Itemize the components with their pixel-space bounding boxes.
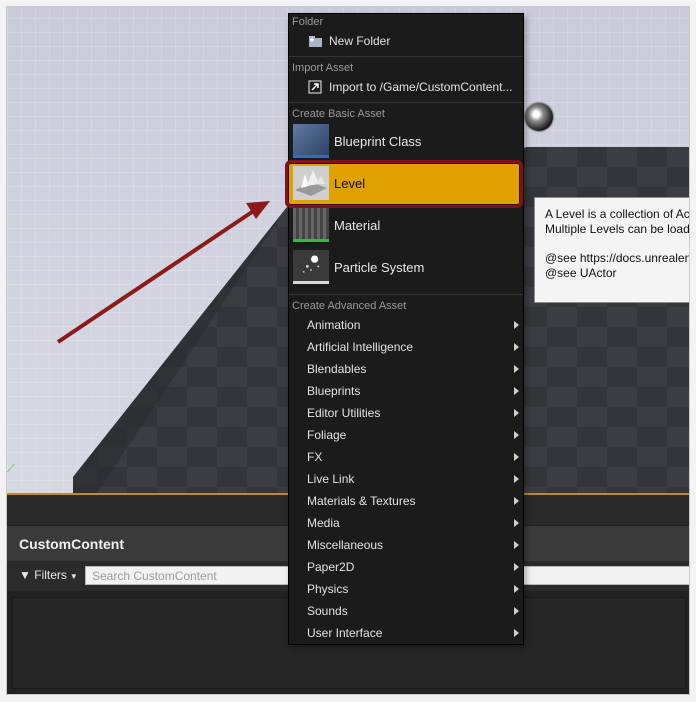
particle-system-item[interactable]: Particle System	[289, 248, 523, 288]
chevron-right-icon	[514, 519, 519, 527]
filters-label: Filters	[34, 568, 67, 582]
sky-sphere-icon[interactable]	[525, 103, 553, 131]
blueprint-class-icon	[293, 124, 329, 158]
chevron-right-icon	[514, 629, 519, 637]
submenu-item-label: Media	[307, 516, 340, 530]
submenu-item[interactable]: FX	[289, 446, 523, 468]
submenu-item[interactable]: User Interface	[289, 622, 523, 644]
submenu-item-label: Blendables	[307, 362, 367, 376]
chevron-right-icon	[514, 475, 519, 483]
submenu-item-label: Live Link	[307, 472, 355, 486]
level-tooltip: A Level is a collection of Act Multiple …	[534, 197, 690, 303]
submenu-item-label: Foliage	[307, 428, 347, 442]
add-new-context-menu: Folder New Folder Import Asset Import to…	[285, 13, 524, 645]
submenu-item[interactable]: Artificial Intelligence	[289, 336, 523, 358]
submenu-item[interactable]: Animation	[289, 314, 523, 336]
submenu-item-label: Editor Utilities	[307, 406, 381, 420]
level-icon	[293, 166, 329, 200]
submenu-item-label: Paper2D	[307, 560, 355, 574]
chevron-right-icon	[514, 321, 519, 329]
level-label: Level	[334, 176, 366, 191]
particle-system-icon	[293, 250, 329, 284]
submenu-item-label: Materials & Textures	[307, 494, 416, 508]
chevron-right-icon	[514, 541, 519, 549]
blueprint-class-item[interactable]: Blueprint Class	[289, 122, 523, 162]
chevron-right-icon	[514, 409, 519, 417]
new-folder-item[interactable]: New Folder	[289, 30, 523, 52]
chevron-right-icon	[514, 585, 519, 593]
tooltip-line: Multiple Levels can be loade	[545, 222, 690, 236]
new-folder-label: New Folder	[329, 34, 391, 48]
submenu-item[interactable]: Paper2D	[289, 556, 523, 578]
submenu-item[interactable]: Blueprints	[289, 380, 523, 402]
tooltip-line: @see UActor	[545, 266, 617, 280]
submenu-item[interactable]: Miscellaneous	[289, 534, 523, 556]
submenu-item-label: Miscellaneous	[307, 538, 384, 552]
filter-icon: ▼	[19, 568, 31, 582]
chevron-right-icon	[514, 343, 519, 351]
tooltip-line: @see https://docs.unrealeng	[545, 251, 690, 265]
submenu-item-label: FX	[307, 450, 323, 464]
submenu-item-label: Artificial Intelligence	[307, 340, 414, 354]
submenu-item[interactable]: Editor Utilities	[289, 402, 523, 424]
chevron-right-icon	[514, 453, 519, 461]
submenu-item-label: Sounds	[307, 604, 348, 618]
submenu-item[interactable]: Foliage	[289, 424, 523, 446]
chevron-right-icon	[514, 387, 519, 395]
submenu-item[interactable]: Live Link	[289, 468, 523, 490]
filters-button[interactable]: ▼ Filters ▼	[19, 568, 78, 582]
chevron-right-icon	[514, 365, 519, 373]
submenu-item[interactable]: Physics	[289, 578, 523, 600]
submenu-item[interactable]: Blendables	[289, 358, 523, 380]
submenu-item[interactable]: Materials & Textures	[289, 490, 523, 512]
chevron-right-icon	[514, 497, 519, 505]
new-folder-icon	[309, 36, 322, 47]
material-item[interactable]: Material	[289, 206, 523, 246]
material-icon	[293, 208, 329, 242]
axis-gizmo-icon: ⟋	[7, 462, 15, 475]
tooltip-line: A Level is a collection of Act	[545, 207, 690, 221]
submenu-item[interactable]: Media	[289, 512, 523, 534]
submenu-item-label: User Interface	[307, 626, 383, 640]
import-label: Import to /Game/CustomContent...	[329, 80, 513, 94]
chevron-right-icon	[514, 607, 519, 615]
submenu-item-label: Physics	[307, 582, 349, 596]
particle-system-label: Particle System	[334, 260, 425, 275]
material-label: Material	[334, 218, 381, 233]
submenu-item-label: Blueprints	[307, 384, 361, 398]
import-item[interactable]: Import to /Game/CustomContent...	[289, 76, 523, 98]
chevron-down-icon: ▼	[69, 572, 78, 581]
import-icon	[308, 80, 322, 94]
level-item[interactable]: Level	[285, 160, 523, 208]
content-browser-title: CustomContent	[19, 536, 124, 552]
blueprint-class-label: Blueprint Class	[334, 134, 422, 149]
submenu-item[interactable]: Sounds	[289, 600, 523, 622]
chevron-right-icon	[514, 563, 519, 571]
submenu-item-label: Animation	[307, 318, 361, 332]
chevron-right-icon	[514, 431, 519, 439]
